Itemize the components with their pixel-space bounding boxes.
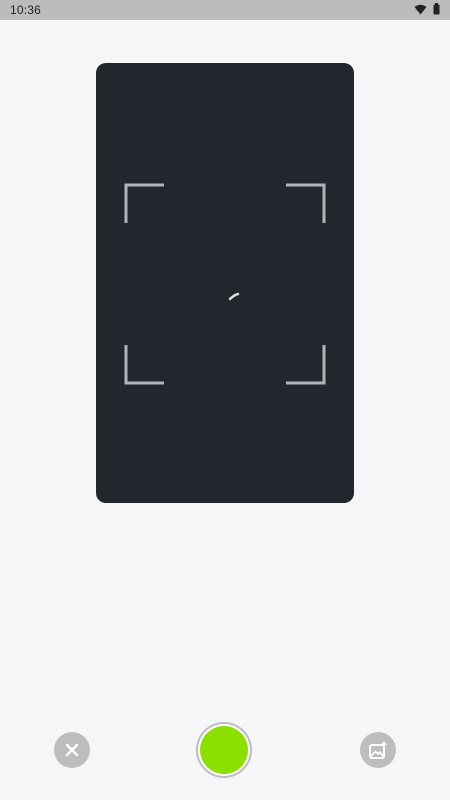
corner-top-left: [124, 183, 164, 223]
corner-bottom-right: [286, 345, 326, 385]
corner-bottom-left: [124, 345, 164, 385]
gallery-button[interactable]: [360, 732, 396, 768]
battery-icon: [433, 3, 440, 15]
status-bar: 10:36: [0, 0, 450, 20]
close-icon: [65, 743, 79, 757]
image-sparkle-icon: [369, 740, 388, 759]
wifi-icon: [414, 4, 427, 15]
close-button[interactable]: [54, 732, 90, 768]
spinner-icon: [228, 292, 240, 301]
corner-top-right: [286, 183, 326, 223]
status-icons: [414, 3, 440, 15]
shutter-core: [200, 726, 248, 774]
status-time: 10:36: [10, 3, 42, 17]
camera-preview: [96, 63, 354, 503]
shutter-button[interactable]: [196, 722, 252, 778]
camera-controls: [0, 720, 450, 780]
